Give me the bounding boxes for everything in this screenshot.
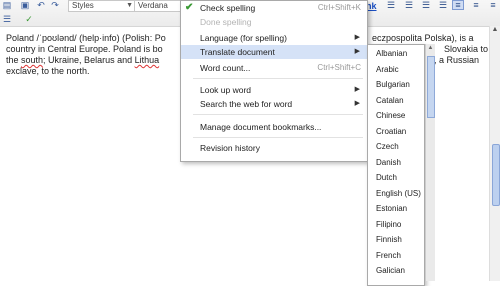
- menu-separator: [193, 114, 363, 115]
- save-icon[interactable]: ▣: [20, 0, 30, 10]
- menu-separator: [193, 78, 363, 79]
- menu-item-label: Language (for spelling): [200, 33, 287, 43]
- misspelled-word[interactable]: south: [21, 55, 43, 65]
- redo-icon[interactable]: ↷: [50, 0, 60, 10]
- bullet-list-icon[interactable]: ☰: [403, 0, 415, 10]
- menu-item-bookmarks[interactable]: Manage document bookmarks...: [181, 120, 367, 134]
- menu-item-label: Done spelling: [200, 17, 252, 27]
- style-select[interactable]: Styles ▼: [68, 0, 135, 12]
- doc-text: ; Ukraine, Belarus and: [43, 55, 135, 65]
- menu-item-shortcut: Ctrl+Shift+K: [317, 3, 361, 12]
- doc-line-2-right: Slovakia to: [444, 44, 489, 54]
- menu-item-label: Look up word: [200, 85, 252, 95]
- language-option[interactable]: Estonian: [376, 204, 407, 214]
- language-option[interactable]: Chinese: [376, 111, 405, 121]
- language-option[interactable]: Czech: [376, 142, 399, 152]
- tools-menu: ✔ Check spelling Ctrl+Shift+K Done spell…: [180, 0, 368, 162]
- align-right-icon[interactable]: ≡: [487, 0, 499, 10]
- language-option[interactable]: Bulgarian: [376, 80, 410, 90]
- menu-item-label: Search the web for word: [200, 99, 293, 109]
- language-option[interactable]: Dutch: [376, 173, 397, 183]
- submenu-arrow-icon: ▶: [354, 86, 360, 93]
- doc-line-4: exclave, to the north.: [6, 66, 90, 76]
- menu-item-language[interactable]: Language (for spelling) ▶: [181, 31, 367, 45]
- menu-item-shortcut: Ctrl+Shift+C: [317, 63, 361, 72]
- numbered-list-icon[interactable]: ☰: [385, 0, 397, 10]
- checkmark-icon: ✔: [185, 2, 194, 13]
- doc-line-1-right: eczpospolita Polska), is a: [372, 33, 474, 43]
- submenu-scroll-thumb[interactable]: [427, 56, 435, 118]
- menu-item-revision-history[interactable]: Revision history: [181, 141, 367, 155]
- scroll-up-icon[interactable]: ▲: [426, 45, 435, 51]
- print-icon[interactable]: ▤: [2, 0, 12, 10]
- menu-separator: [193, 137, 363, 138]
- doc-line-1: Poland /ˈpoʊlənd/ (help·info) (Polish: P…: [6, 33, 166, 44]
- doc-line-1-left: Poland /ˈpoʊlənd/ (help·info) (Polish: P…: [6, 33, 166, 43]
- menu-item-look-up-word[interactable]: Look up word ▶: [181, 83, 367, 97]
- language-option[interactable]: Croatian: [376, 127, 406, 137]
- align-center-icon[interactable]: ≡: [470, 0, 482, 10]
- doc-line-3-right: , a Russian: [434, 55, 480, 65]
- style-select-value: Styles: [72, 1, 94, 10]
- decrease-indent-icon[interactable]: ☰: [420, 0, 432, 10]
- language-option[interactable]: English (US): [376, 189, 421, 199]
- chevron-down-icon: ▼: [126, 2, 133, 9]
- menu-item-label: Word count...: [200, 63, 251, 73]
- doc-line-3: the south; Ukraine, Belarus and Lithua: [6, 55, 159, 66]
- menu-item-check-spelling[interactable]: ✔ Check spelling Ctrl+Shift+K: [181, 1, 367, 15]
- align-justify-icon[interactable]: ☰: [2, 14, 12, 24]
- menu-item-label: Manage document bookmarks...: [200, 122, 322, 132]
- language-option[interactable]: Galician: [376, 266, 405, 276]
- menu-item-label: Revision history: [200, 143, 260, 153]
- language-option[interactable]: Danish: [376, 158, 401, 168]
- submenu-scrollbar[interactable]: ▲: [425, 44, 435, 281]
- translate-submenu: Albanian Arabic Bulgarian Catalan Chinese Cro…: [367, 44, 425, 286]
- language-option[interactable]: Arabic: [376, 65, 399, 75]
- align-left-icon[interactable]: ≡: [452, 0, 464, 10]
- menu-item-word-count[interactable]: Word count... Ctrl+Shift+C: [181, 61, 367, 75]
- scroll-thumb[interactable]: [492, 144, 500, 206]
- menu-item-label: Translate document: [200, 47, 275, 57]
- menu-item-translate-document[interactable]: Translate document ▶: [181, 45, 367, 59]
- menu-item-label: Check spelling: [200, 3, 256, 13]
- language-option[interactable]: Catalan: [376, 96, 404, 106]
- language-option[interactable]: French: [376, 251, 401, 261]
- undo-icon[interactable]: ↶: [36, 0, 46, 10]
- menu-item-done-spelling: Done spelling: [181, 15, 367, 29]
- font-select[interactable]: Verdana: [134, 0, 183, 12]
- scroll-up-icon[interactable]: ▲: [490, 26, 500, 36]
- menu-item-search-web[interactable]: Search the web for word ▶: [181, 97, 367, 111]
- submenu-arrow-icon: ▶: [354, 34, 360, 41]
- submenu-arrow-icon: ▶: [354, 48, 360, 55]
- spellcheck-icon[interactable]: ✓: [24, 14, 34, 24]
- font-select-value: Verdana: [138, 1, 168, 10]
- doc-text: the: [6, 55, 22, 65]
- misspelled-word[interactable]: Lithua: [135, 55, 160, 65]
- doc-line-2: country in Central Europe. Poland is bo: [6, 44, 163, 54]
- language-option[interactable]: Finnish: [376, 235, 402, 245]
- language-option[interactable]: Filipino: [376, 220, 401, 230]
- language-option[interactable]: Albanian: [376, 49, 407, 59]
- page-scrollbar[interactable]: ▲: [489, 26, 500, 281]
- increase-indent-icon[interactable]: ☰: [437, 0, 449, 10]
- submenu-arrow-icon: ▶: [354, 100, 360, 107]
